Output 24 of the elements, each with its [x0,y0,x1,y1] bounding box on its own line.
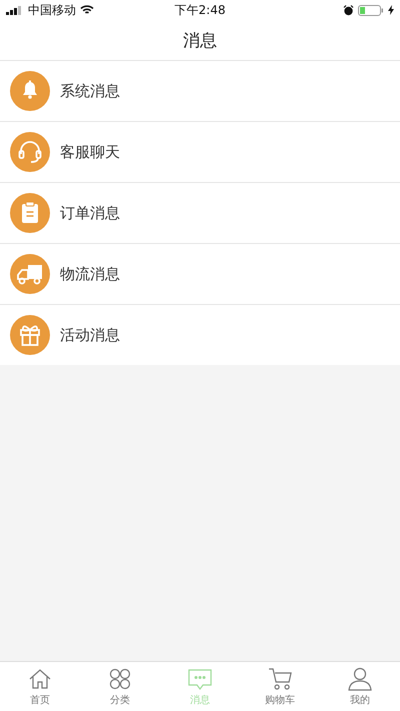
carrier-name: 中国移动 [28,2,76,18]
tab-item[interactable]: 首页 [0,662,80,711]
headset-icon [10,132,50,172]
page-title: 消息 [183,30,217,52]
cart-icon [266,666,294,692]
battery-icon [358,4,384,16]
status-time: 下午2:48 [174,2,226,18]
clipboard-icon [10,193,50,233]
tab-item[interactable]: 购物车 [240,662,320,711]
bell-icon [10,71,50,111]
tab-item[interactable]: 我的 [320,662,400,711]
tab-item[interactable]: 分类 [80,662,160,711]
truck-icon [10,254,50,294]
message-category[interactable]: 订单消息 [60,204,120,222]
message-category[interactable]: 物流消息 [60,264,120,284]
person-icon [346,666,374,692]
alarm-icon [342,4,354,16]
charging-icon [388,5,394,15]
message-category[interactable]: 客服聊天 [60,142,120,162]
wifi-icon [80,5,94,15]
gift-icon [10,315,50,355]
message-category[interactable]: 系统消息 [60,82,120,100]
message-category[interactable]: 活动消息 [60,326,120,344]
signal-icon [6,6,24,14]
